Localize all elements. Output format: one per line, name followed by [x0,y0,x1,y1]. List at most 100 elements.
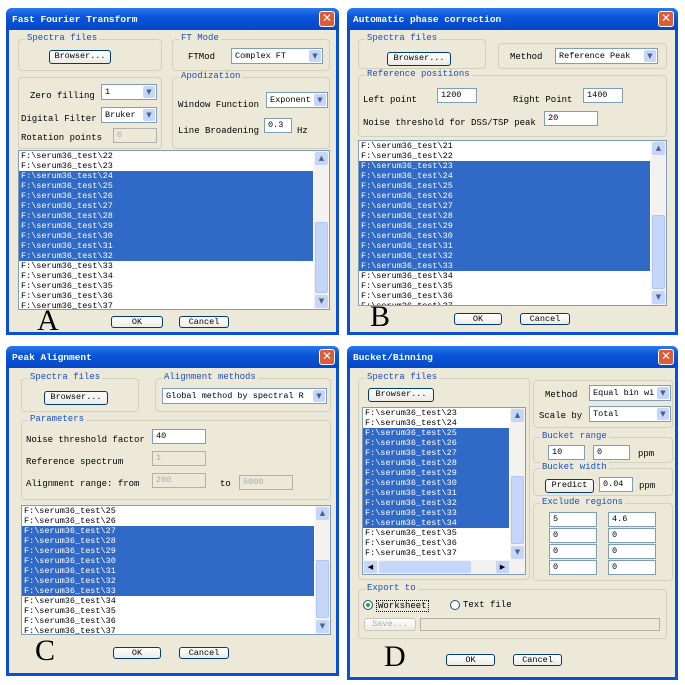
list-item[interactable]: F:\serum36_test\27 [19,201,313,211]
exclude-from-input[interactable]: 0 [549,560,597,575]
method-select[interactable]: Equal bin wi ▼ [589,385,671,401]
list-item[interactable]: F:\serum36_test\34 [359,271,650,281]
list-item[interactable]: F:\serum36_test\36 [19,291,313,301]
list-item[interactable]: F:\serum36_test\33 [22,586,314,596]
list-item[interactable]: F:\serum36_test\33 [19,261,313,271]
exclude-to-input[interactable]: 0 [608,528,656,543]
range-from-input[interactable]: 10 [548,445,585,460]
list-item[interactable]: F:\serum36_test\30 [363,478,509,488]
alignment-method-select[interactable]: Global method by spectral R ▼ [162,388,327,404]
left-point-input[interactable]: 1200 [437,88,477,103]
list-item[interactable]: F:\serum36_test\27 [363,448,509,458]
list-item[interactable]: F:\serum36_test\24 [359,171,650,181]
cancel-button[interactable]: Cancel [179,647,229,659]
list-item[interactable]: F:\serum36_test\31 [363,488,509,498]
exclude-from-input[interactable]: 0 [549,544,597,559]
window-function-select[interactable]: Exponent ▼ [266,92,328,108]
list-item[interactable]: F:\serum36_test\31 [359,241,650,251]
zero-filling-select[interactable]: 1 ▼ [101,84,157,100]
noise-threshold-input[interactable]: 40 [152,429,206,444]
noise-threshold-input[interactable]: 20 [544,111,598,126]
scroll-down-icon[interactable]: ▼ [511,546,524,559]
ftmod-select[interactable]: Complex FT ▼ [231,48,323,64]
method-select[interactable]: Reference Peak ▼ [555,48,658,64]
scroll-thumb[interactable] [315,221,328,293]
horizontal-scrollbar[interactable]: ◀ ▶ [363,560,525,574]
list-item[interactable]: F:\serum36_test\26 [19,191,313,201]
scroll-right-icon[interactable]: ▶ [496,561,509,573]
vertical-scrollbar[interactable]: ▲ ▼ [510,408,525,560]
scroll-down-icon[interactable]: ▼ [315,295,328,308]
scroll-down-icon[interactable]: ▼ [316,620,329,633]
list-item[interactable]: F:\serum36_test\37 [22,626,314,634]
scroll-up-icon[interactable]: ▲ [315,152,328,165]
ok-button[interactable]: OK [454,313,502,325]
list-item[interactable]: F:\serum36_test\35 [22,606,314,616]
list-item[interactable]: F:\serum36_test\32 [19,251,313,261]
list-item[interactable]: F:\serum36_test\28 [363,458,509,468]
list-item[interactable]: F:\serum36_test\25 [22,506,314,516]
vertical-scrollbar[interactable]: ▲ ▼ [314,151,329,309]
list-item[interactable]: F:\serum36_test\37 [363,548,509,558]
list-item[interactable]: F:\serum36_test\28 [19,211,313,221]
spectra-list[interactable]: F:\serum36_test\21 F:\serum36_test\22 F:\s… [358,140,667,306]
list-item[interactable]: F:\serum36_test\37 [19,301,313,309]
list-item[interactable]: F:\serum36_test\32 [22,576,314,586]
predict-button[interactable]: Predict [545,479,594,493]
list-item[interactable]: F:\serum36_test\27 [22,526,314,536]
scroll-up-icon[interactable]: ▲ [316,507,329,520]
browser-button[interactable]: Browser... [387,52,451,66]
list-item[interactable]: F:\serum36_test\24 [19,171,313,181]
text-file-label[interactable]: Text file [463,600,512,610]
spectra-list[interactable]: F:\serum36_test\25 F:\serum36_test\26 F:\s… [21,505,331,635]
list-item[interactable]: F:\serum36_test\35 [359,281,650,291]
browser-button[interactable]: Browser... [49,50,111,64]
cancel-button[interactable]: Cancel [179,316,229,328]
vertical-scrollbar[interactable]: ▲ ▼ [651,141,666,305]
list-item[interactable]: F:\serum36_test\23 [19,161,313,171]
list-item[interactable]: F:\serum36_test\31 [19,241,313,251]
exclude-to-input[interactable]: 0 [608,560,656,575]
text-file-radio[interactable] [450,600,460,610]
list-item[interactable]: F:\serum36_test\33 [363,508,509,518]
list-item[interactable]: F:\serum36_test\31 [22,566,314,576]
list-item[interactable]: F:\serum36_test\36 [363,538,509,548]
exclude-to-input[interactable]: 0 [608,544,656,559]
exclude-to-input[interactable]: 4.6 [608,512,656,527]
list-item[interactable]: F:\serum36_test\22 [19,151,313,161]
close-icon[interactable]: ✕ [319,11,335,27]
list-item[interactable]: F:\serum36_test\25 [19,181,313,191]
list-item[interactable]: F:\serum36_test\37 [359,301,650,305]
list-item[interactable]: F:\serum36_test\23 [359,161,650,171]
bucket-width-input[interactable]: 0.04 [599,477,633,492]
cancel-button[interactable]: Cancel [513,654,562,666]
list-item[interactable]: F:\serum36_test\34 [19,271,313,281]
list-item[interactable]: F:\serum36_test\32 [363,498,509,508]
scroll-thumb[interactable] [316,560,329,618]
list-item[interactable]: F:\serum36_test\32 [359,251,650,261]
list-item[interactable]: F:\serum36_test\30 [359,231,650,241]
spectra-list[interactable]: F:\serum36_test\22 F:\serum36_test\23 F:\s… [18,150,330,310]
list-item[interactable]: F:\serum36_test\36 [359,291,650,301]
list-item[interactable]: F:\serum36_test\26 [359,191,650,201]
list-item[interactable]: F:\serum36_test\29 [19,221,313,231]
list-item[interactable]: F:\serum36_test\24 [363,418,509,428]
scroll-up-icon[interactable]: ▲ [652,142,665,155]
list-item[interactable]: F:\serum36_test\22 [359,151,650,161]
scroll-down-icon[interactable]: ▼ [652,291,665,304]
list-item[interactable]: F:\serum36_test\25 [363,428,509,438]
worksheet-radio[interactable] [363,600,373,610]
list-item[interactable]: F:\serum36_test\29 [22,546,314,556]
scroll-thumb[interactable] [652,215,665,289]
close-icon[interactable]: ✕ [319,349,335,365]
exclude-from-input[interactable]: 5 [549,512,597,527]
list-item[interactable]: F:\serum36_test\34 [22,596,314,606]
range-to-input[interactable]: 0 [593,445,630,460]
list-item[interactable]: F:\serum36_test\36 [22,616,314,626]
worksheet-label[interactable]: Worksheet [376,600,429,612]
list-item[interactable]: F:\serum36_test\30 [22,556,314,566]
scroll-left-icon[interactable]: ◀ [364,561,377,573]
spectra-list[interactable]: F:\serum36_test\23 F:\serum36_test\24 F:\s… [362,407,526,575]
ok-button[interactable]: OK [446,654,495,666]
list-item[interactable]: F:\serum36_test\29 [359,221,650,231]
